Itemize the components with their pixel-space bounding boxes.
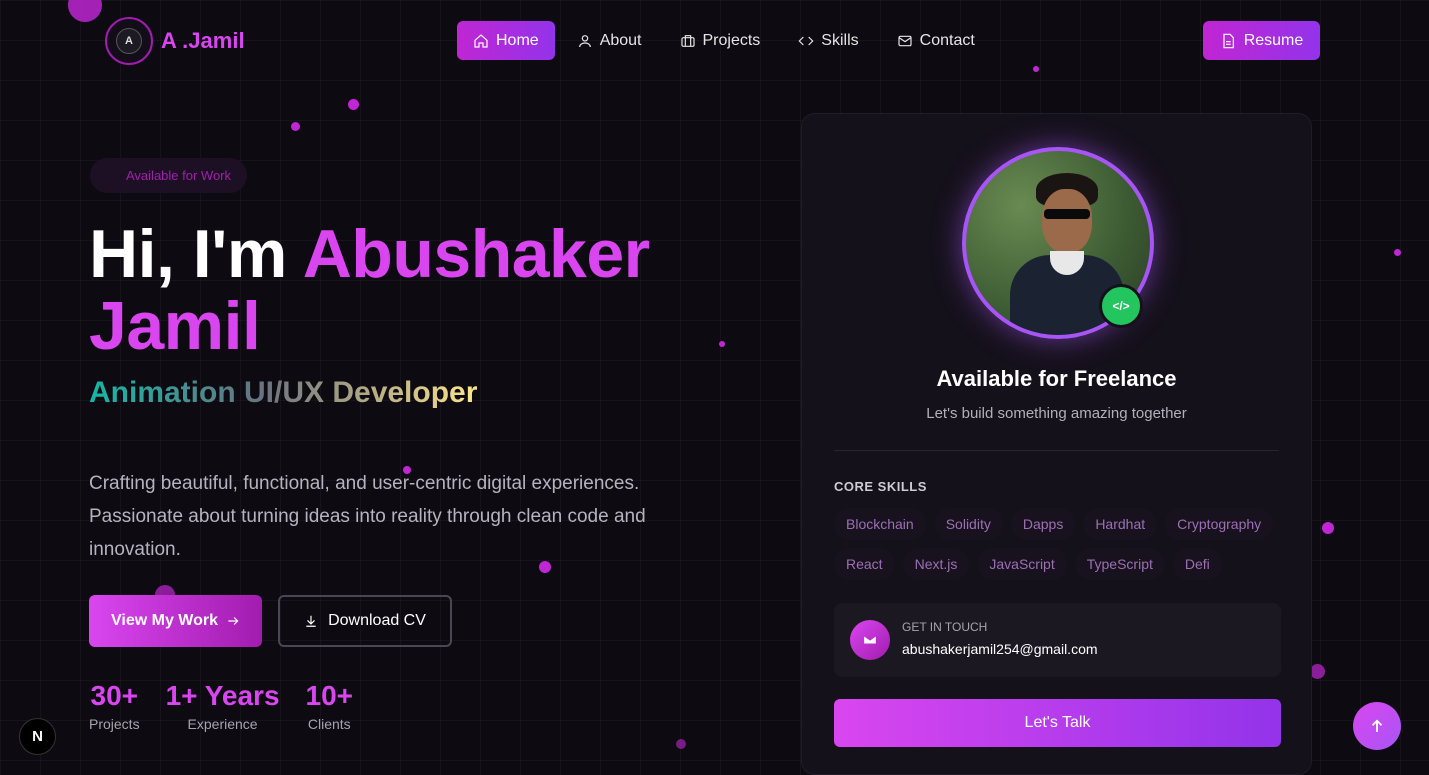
hero-role: Animation UI/UX Developer: [89, 376, 478, 409]
skill-chip: Defi: [1172, 548, 1222, 580]
stat-value: 30+: [90, 680, 139, 711]
lets-talk-button[interactable]: Let's Talk: [834, 699, 1281, 747]
logo-badge: A: [105, 17, 153, 65]
decor-glow: [1033, 66, 1039, 72]
hero-title: Hi, I'm Abushaker Jamil: [89, 218, 749, 362]
decor-glow: [1394, 249, 1401, 256]
hero-stats: 30+ Projects 1+ Years Experience 10+ Cli…: [89, 680, 353, 732]
hero-description: Crafting beautiful, functional, and user…: [89, 473, 646, 560]
logo-mark: A: [116, 28, 142, 54]
envelope-icon: [850, 620, 890, 660]
decor-glow: [1322, 522, 1334, 534]
decor-glow: [676, 739, 686, 749]
mail-icon: [898, 35, 912, 46]
decor-glow: [348, 99, 359, 110]
brand-logo[interactable]: A A .Jamil: [105, 17, 245, 65]
scroll-to-top-button[interactable]: [1353, 702, 1401, 750]
stat-value: 1+ Years: [165, 680, 280, 711]
divider: [834, 450, 1279, 451]
availability-badge: Available for Work: [90, 158, 248, 193]
stat-clients: 10+ Clients: [306, 680, 354, 732]
document-icon: [1223, 33, 1234, 48]
hero-greeting: Hi, I'm: [89, 216, 287, 292]
stat-value: 10+: [305, 680, 354, 711]
arrow-up-icon: [1371, 719, 1383, 732]
skill-chip: TypeScript: [1074, 548, 1165, 580]
code-badge-icon: </>: [1099, 284, 1143, 328]
card-title: Available for Freelance: [936, 366, 1177, 391]
home-icon: [474, 33, 488, 48]
skill-chip: React: [834, 548, 895, 580]
view-work-button[interactable]: View My Work: [89, 595, 262, 647]
contact-box[interactable]: GET IN TOUCH abushakerjamil254@gmail.com: [834, 603, 1281, 677]
profile-card: </> Available for Freelance Let's build …: [801, 113, 1312, 775]
resume-button[interactable]: Resume: [1203, 21, 1320, 60]
nav-item-skills[interactable]: Skills: [782, 21, 874, 60]
nav-label: Skills: [821, 31, 859, 49]
skill-chip: Dapps: [1010, 508, 1076, 540]
resume-label: Resume: [1243, 31, 1304, 49]
nav-item-contact[interactable]: Contact: [881, 21, 991, 60]
skill-chip: JavaScript: [977, 548, 1067, 580]
skill-chip: Blockchain: [834, 508, 926, 540]
nav-label: Projects: [702, 31, 761, 49]
skills-heading: CORE SKILLS: [834, 479, 927, 494]
nav-item-about[interactable]: About: [561, 21, 658, 60]
download-cv-button[interactable]: Download CV: [278, 595, 452, 647]
nav-label: Contact: [919, 31, 975, 49]
stat-experience: 1+ Years Experience: [166, 680, 280, 732]
download-icon: [306, 615, 316, 627]
stat-label: Projects: [89, 716, 140, 732]
skill-chip: Next.js: [902, 548, 970, 580]
view-work-label: View My Work: [111, 612, 218, 629]
stat-label: Experience: [187, 716, 258, 732]
skill-chip: Hardhat: [1083, 508, 1158, 540]
skill-chip: Solidity: [933, 508, 1003, 540]
main-nav: Home About Projects Skills Contact: [457, 21, 991, 60]
stat-projects: 30+ Projects: [89, 680, 140, 732]
nav-label: Home: [496, 31, 539, 49]
decor-glow: [1310, 664, 1325, 679]
brand-name: A .Jamil: [161, 28, 245, 53]
nav-item-projects[interactable]: Projects: [664, 21, 777, 60]
briefcase-icon: [680, 34, 695, 47]
nextjs-badge-icon[interactable]: N: [19, 718, 56, 755]
card-subtitle: Let's build something amazing together: [926, 405, 1187, 422]
arrow-right-icon: [228, 617, 239, 625]
stat-label: Clients: [307, 716, 351, 732]
avatar-glasses: [1044, 209, 1090, 219]
download-cv-label: Download CV: [328, 612, 426, 629]
nav-item-home[interactable]: Home: [457, 21, 555, 60]
avatar-face: [1042, 189, 1092, 253]
user-icon: [578, 34, 591, 47]
contact-label: GET IN TOUCH: [902, 620, 988, 634]
decor-glow: [291, 122, 300, 131]
code-icon: [798, 36, 814, 45]
nav-label: About: [599, 31, 642, 49]
skills-list: Blockchain Solidity Dapps Hardhat Crypto…: [834, 508, 1284, 580]
contact-email[interactable]: abushakerjamil254@gmail.com: [902, 641, 1098, 657]
skill-chip: Cryptography: [1165, 508, 1274, 540]
